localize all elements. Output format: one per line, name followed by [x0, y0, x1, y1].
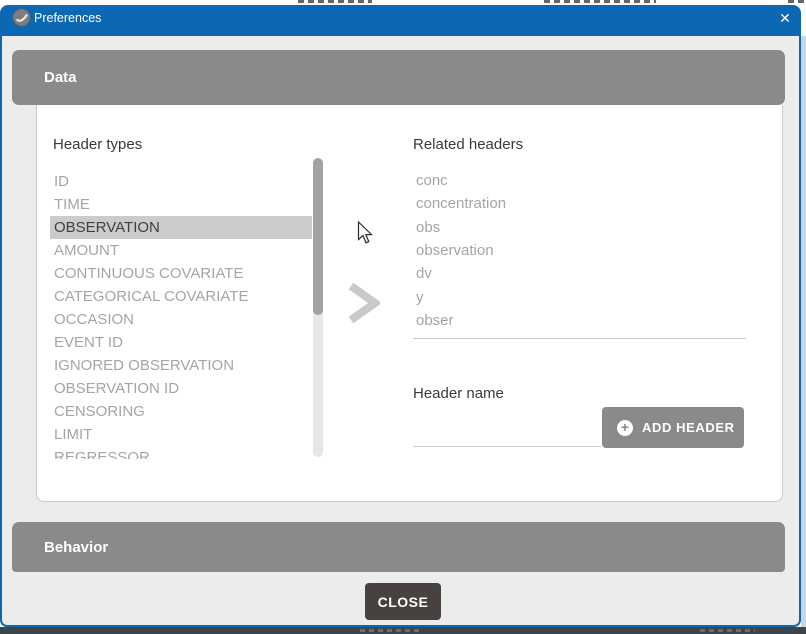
header-name-input[interactable]: [413, 409, 601, 447]
header-type-item[interactable]: ID: [50, 170, 312, 193]
related-header-item[interactable]: dv: [416, 262, 716, 285]
header-type-item[interactable]: REGRESSOR: [50, 446, 312, 459]
related-header-item[interactable]: observation: [416, 239, 716, 262]
related-header-item[interactable]: concentration: [416, 192, 716, 215]
related-header-item[interactable]: conc: [416, 169, 716, 192]
add-header-label: ADD HEADER: [642, 420, 735, 435]
dialog-title: Preferences: [34, 11, 101, 25]
chevron-right-icon: [346, 283, 380, 323]
section-header-data: Data: [12, 50, 785, 105]
app-logo-icon: [12, 8, 31, 27]
related-header-item[interactable]: obser: [416, 309, 716, 332]
plus-circle-icon: +: [617, 420, 633, 436]
header-types-list: IDTIMEOBSERVATIONAMOUNTCONTINUOUS COVARI…: [50, 170, 312, 459]
header-type-item[interactable]: CENSORING: [50, 400, 312, 423]
scrollbar-thumb[interactable]: [313, 158, 323, 315]
section-title-behavior: Behavior: [44, 539, 108, 556]
background-text-fragment: [360, 629, 420, 632]
background-text-fragment: [700, 629, 755, 632]
related-header-item[interactable]: y: [416, 285, 716, 308]
header-type-item[interactable]: CONTINUOUS COVARIATE: [50, 262, 312, 285]
header-type-item[interactable]: TIME: [50, 193, 312, 216]
close-button[interactable]: CLOSE: [365, 583, 441, 620]
related-headers-label: Related headers: [413, 136, 523, 153]
header-type-item[interactable]: OCCASION: [50, 308, 312, 331]
related-headers-list: concconcentrationobsobservationdvyobser: [416, 169, 716, 332]
header-name-label: Header name: [413, 385, 504, 402]
close-icon[interactable]: ✕: [775, 8, 795, 28]
header-type-item[interactable]: LIMIT: [50, 423, 312, 446]
header-type-item[interactable]: OBSERVATION ID: [50, 377, 312, 400]
background-text-fragment: [788, 0, 806, 3]
header-type-item[interactable]: AMOUNT: [50, 239, 312, 262]
header-type-item[interactable]: IGNORED OBSERVATION: [50, 354, 312, 377]
related-header-item[interactable]: obs: [416, 216, 716, 239]
dialog-titlebar: [0, 5, 801, 36]
header-type-item[interactable]: CATEGORICAL COVARIATE: [50, 285, 312, 308]
list-scrollbar[interactable]: [313, 158, 323, 457]
background-text-fragment: [544, 0, 656, 3]
header-type-item[interactable]: EVENT ID: [50, 331, 312, 354]
header-type-item[interactable]: OBSERVATION: [50, 216, 312, 239]
divider: [413, 338, 746, 339]
section-header-behavior[interactable]: Behavior: [12, 522, 785, 572]
add-header-button[interactable]: + ADD HEADER: [602, 407, 744, 448]
header-types-label: Header types: [53, 136, 142, 153]
background-text-fragment: [298, 0, 372, 3]
background-panel: [801, 36, 806, 627]
section-title-data: Data: [44, 69, 77, 86]
